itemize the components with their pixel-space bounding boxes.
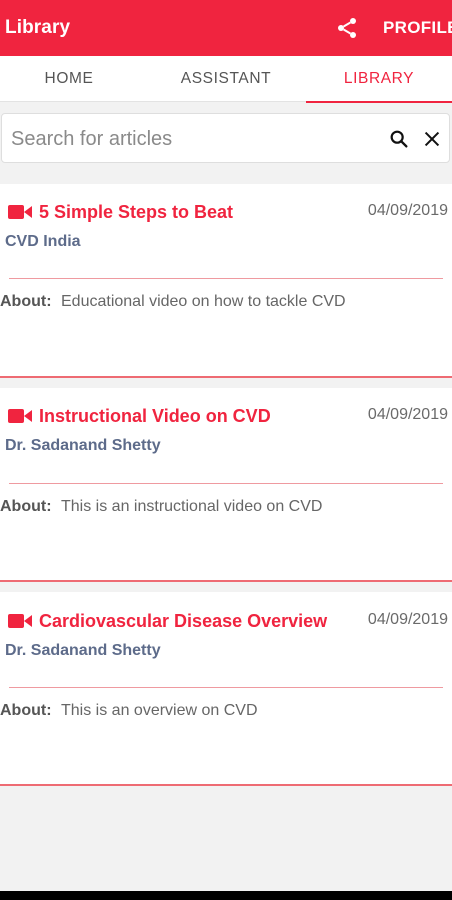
article-date: 04/09/2019 — [367, 202, 448, 219]
about-label: About: — [0, 293, 52, 310]
article-date: 04/09/2019 — [367, 611, 448, 628]
article-title[interactable]: Cardiovascular Disease Overview — [39, 611, 327, 632]
article-about: This is an instructional video on CVD — [61, 498, 323, 515]
search-input[interactable] — [11, 124, 371, 154]
app-title: Library — [5, 17, 71, 38]
article-card[interactable]: Cardiovascular Disease Overview 04/09/20… — [0, 592, 452, 786]
search-bar — [1, 113, 450, 163]
video-camera-icon — [8, 613, 32, 629]
profile-button[interactable]: PROFILE — [383, 18, 452, 38]
article-title[interactable]: Instructional Video on CVD — [39, 406, 271, 427]
tab-assistant[interactable]: ASSISTANT — [150, 56, 302, 102]
tab-library[interactable]: LIBRARY — [306, 56, 452, 103]
article-card[interactable]: Instructional Video on CVD 04/09/2019 Dr… — [0, 388, 452, 582]
article-author: CVD India — [5, 233, 81, 250]
article-author: Dr. Sadanand Shetty — [5, 437, 161, 454]
close-icon[interactable] — [421, 128, 443, 150]
tab-bar: HOME ASSISTANT LIBRARY — [0, 56, 452, 103]
article-card[interactable]: 5 Simple Steps to Beat 04/09/2019 CVD In… — [0, 184, 452, 378]
divider — [9, 687, 443, 688]
share-icon[interactable] — [335, 16, 359, 40]
article-author: Dr. Sadanand Shetty — [5, 642, 161, 659]
about-label: About: — [0, 498, 52, 515]
article-title[interactable]: 5 Simple Steps to Beat — [39, 202, 233, 223]
tab-home[interactable]: HOME — [0, 56, 138, 102]
article-date: 04/09/2019 — [367, 406, 448, 423]
article-about: This is an overview on CVD — [61, 702, 258, 719]
video-camera-icon — [8, 204, 32, 220]
library-screen: Library PROFILE HOME ASSISTANT LIBRARY S… — [0, 0, 452, 900]
video-camera-icon — [8, 408, 32, 424]
article-about: Educational video on how to tackle CVD — [61, 293, 346, 310]
app-bar: Library PROFILE — [0, 0, 452, 56]
about-label: About: — [0, 702, 52, 719]
system-nav-bar — [0, 891, 452, 900]
search-icon[interactable] — [388, 128, 410, 150]
divider — [9, 278, 443, 279]
divider — [9, 483, 443, 484]
